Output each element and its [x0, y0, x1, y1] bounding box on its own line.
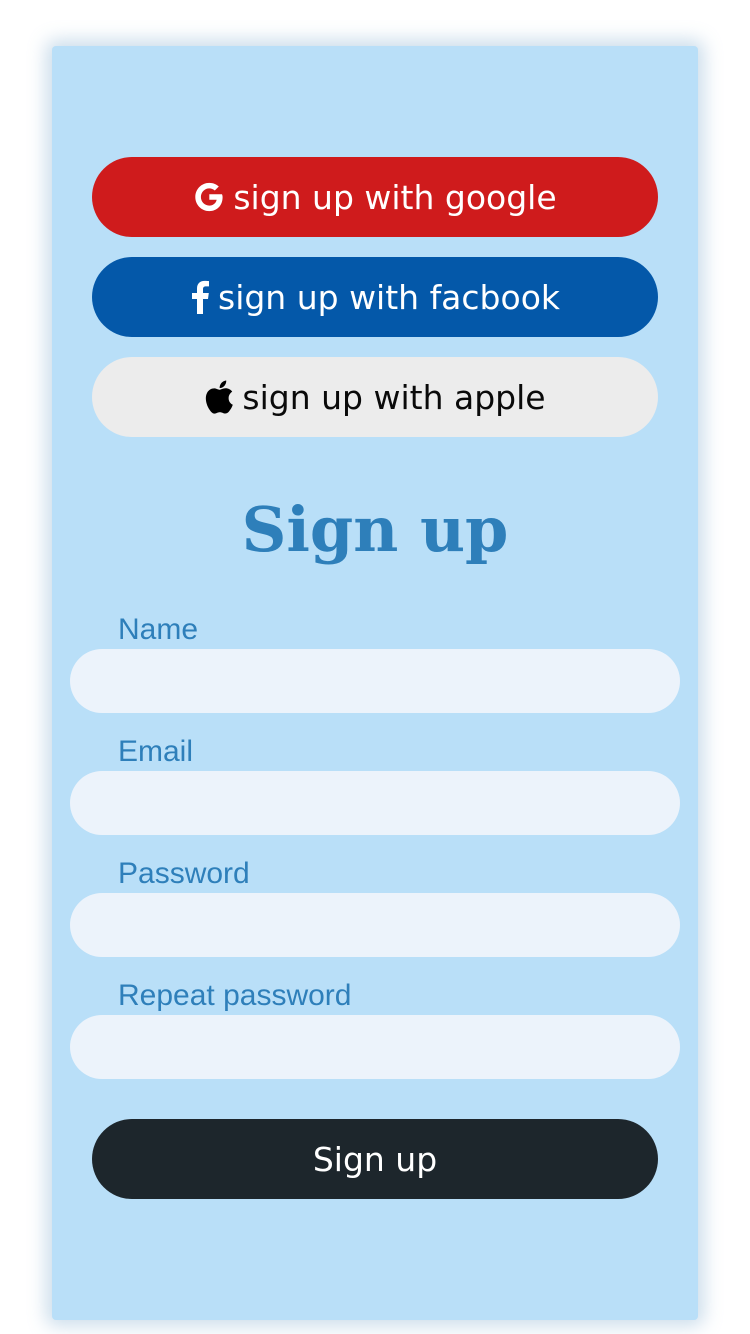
apple-icon — [204, 380, 234, 414]
page-title: Sign up — [241, 493, 509, 566]
password-label: Password — [118, 857, 250, 890]
signup-card: sign up with google sign up with facbook… — [52, 46, 698, 1320]
repeat-password-label: Repeat password — [118, 979, 352, 1012]
password-input[interactable] — [70, 893, 680, 957]
google-g-icon — [193, 181, 225, 213]
facebook-signup-label: sign up with facbook — [218, 277, 560, 317]
name-input[interactable] — [70, 649, 680, 713]
apple-signup-button[interactable]: sign up with apple — [92, 357, 658, 437]
google-signup-label: sign up with google — [233, 177, 557, 217]
signup-submit-label: Sign up — [312, 1139, 438, 1179]
apple-signup-label: sign up with apple — [242, 377, 546, 417]
email-label: Email — [118, 735, 194, 768]
email-input[interactable] — [70, 771, 680, 835]
facebook-signup-button[interactable]: sign up with facbook — [92, 257, 658, 337]
repeat-password-input[interactable] — [70, 1015, 680, 1079]
google-signup-button[interactable]: sign up with google — [92, 157, 658, 237]
name-label: Name — [118, 613, 199, 646]
facebook-f-icon — [190, 280, 210, 314]
signup-submit-button[interactable]: Sign up — [92, 1119, 658, 1199]
